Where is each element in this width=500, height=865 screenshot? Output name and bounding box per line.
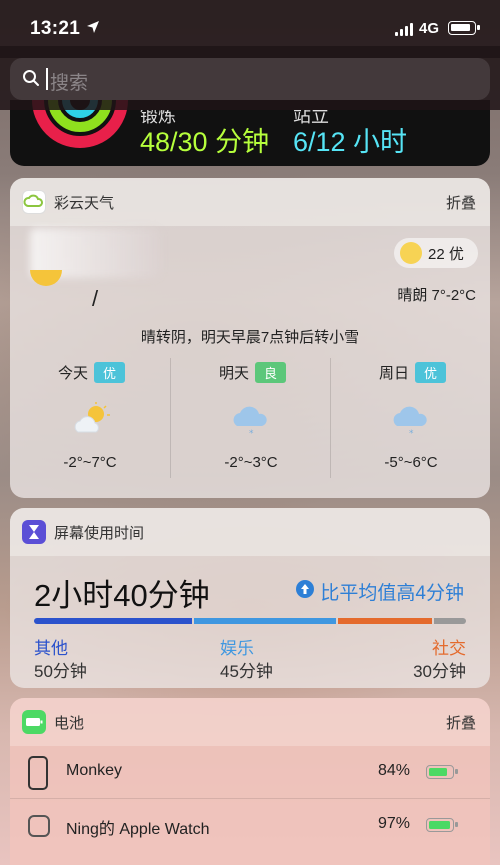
battery-level-icon <box>426 818 458 832</box>
forecast-range: -5°~6°C <box>384 454 438 471</box>
category-name: 其他 <box>34 639 68 658</box>
battery-fold-button[interactable]: 折叠 <box>446 712 476 733</box>
text-cursor <box>46 68 48 90</box>
usage-bar <box>34 618 466 624</box>
device-name: Ning的 Apple Watch <box>66 821 210 838</box>
comparison-text: 比平均值高4分钟 <box>320 583 464 604</box>
weather-header: 彩云天气 折叠 <box>10 178 490 226</box>
svg-text:*: * <box>409 429 414 438</box>
hourglass-icon <box>22 520 46 544</box>
clock: 13:21 <box>30 18 81 39</box>
cloud-snow-icon: * <box>233 406 267 438</box>
cloud-snow-icon: * <box>393 406 427 438</box>
category-time: 45分钟 <box>220 662 273 681</box>
battery-app-icon <box>22 710 46 734</box>
search-icon <box>23 70 39 86</box>
sun-cloud-icon <box>74 402 110 433</box>
weather-condition: 晴朗 7°-2°C <box>397 287 476 304</box>
location-arrow-icon <box>87 21 99 33</box>
battery-device-row: Monkey 84% <box>10 746 490 798</box>
current-temp-partial: / <box>92 286 99 311</box>
category-name: 社交 <box>432 639 466 658</box>
battery-icon <box>448 21 480 35</box>
exercise-value: 48/30 分钟 <box>140 127 270 157</box>
search-input[interactable]: 搜索 <box>10 58 490 100</box>
search-area: 搜索 <box>0 46 500 110</box>
arrow-up-circle-icon <box>296 580 315 598</box>
svg-text:*: * <box>249 429 254 438</box>
caiyun-app-icon <box>22 190 46 214</box>
device-percent: 97% <box>377 815 410 832</box>
category-time: 50分钟 <box>34 662 87 681</box>
forecast-day-label: 今天 <box>58 365 89 382</box>
air-quality-badge: 良 <box>255 362 287 383</box>
device-percent: 84% <box>377 762 410 779</box>
battery-device-row: Ning的 Apple Watch 97% <box>10 798 490 850</box>
air-quality-badge: 优 <box>415 362 447 383</box>
usage-segment <box>194 618 336 624</box>
forecast-day: 明天 良 * -2°~3°C <box>170 358 330 478</box>
screen-time-widget[interactable]: 屏幕使用时间 2小时40分钟 比平均值高4分钟 其他 50分钟 娱乐 45分钟 … <box>10 508 490 688</box>
aqi-badge[interactable]: 22 优 <box>394 238 478 268</box>
weather-fold-button[interactable]: 折叠 <box>446 192 476 213</box>
sun-icon <box>30 270 62 286</box>
iphone-icon <box>28 756 48 790</box>
device-name: Monkey <box>66 762 123 779</box>
forecast-day: 今天 优 -2°~7°C <box>10 358 170 478</box>
forecast-day-label: 明天 <box>219 365 250 382</box>
weather-summary: 晴转阴，明天早晨7点钟后转小雪 <box>140 329 360 346</box>
screen-time-total: 2小时40分钟 <box>34 578 210 613</box>
forecast-range: -2°~7°C <box>63 454 117 471</box>
screen-time-header: 屏幕使用时间 <box>10 508 490 556</box>
aqi-value: 22 优 <box>428 246 464 263</box>
battery-level-icon <box>426 765 458 779</box>
screen-time-comparison: 比平均值高4分钟 <box>296 578 464 605</box>
search-placeholder: 搜索 <box>50 73 89 94</box>
weather-title: 彩云天气 <box>54 195 115 212</box>
battery-title: 电池 <box>54 715 85 732</box>
signal-icon <box>395 22 415 36</box>
smiley-face-icon <box>400 242 422 264</box>
usage-segment <box>34 618 192 624</box>
forecast-day: 周日 优 * -5°~6°C <box>330 358 490 478</box>
forecast-range: -2°~3°C <box>224 454 278 471</box>
air-quality-badge: 优 <box>94 362 126 383</box>
stand-value: 6/12 小时 <box>293 127 408 157</box>
apple-watch-icon <box>28 815 50 837</box>
category-name: 娱乐 <box>220 639 254 658</box>
battery-header: 电池 折叠 <box>10 698 490 746</box>
weather-widget[interactable]: 彩云天气 折叠 / 22 优 晴朗 7°-2°C 晴转阴，明天早晨7点钟后转小雪… <box>10 178 490 498</box>
forecast-day-label: 周日 <box>379 365 410 382</box>
usage-segment <box>338 618 432 624</box>
battery-widget[interactable]: 电池 折叠 Monkey 84% Ning的 Apple Watch 97% <box>10 698 490 865</box>
screen-time-title: 屏幕使用时间 <box>54 525 145 542</box>
network-type: 4G <box>419 20 440 37</box>
category-time: 30分钟 <box>413 662 466 681</box>
usage-segment-remainder <box>434 618 466 624</box>
